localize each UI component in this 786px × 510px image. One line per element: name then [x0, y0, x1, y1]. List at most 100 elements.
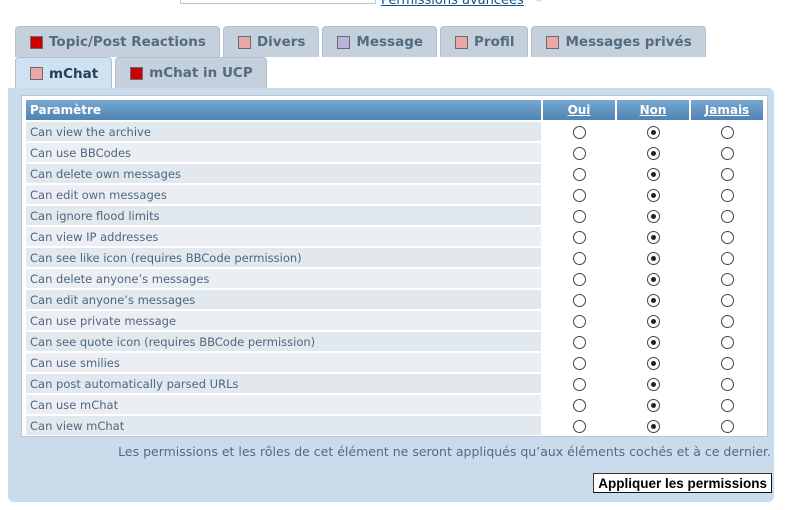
cell-never	[691, 227, 763, 246]
tab-color-swatch	[337, 35, 351, 49]
radio-no[interactable]	[646, 167, 660, 181]
cell-never	[691, 164, 763, 183]
permission-label: Can use BBCodes	[26, 143, 541, 162]
radio-yes[interactable]	[572, 419, 586, 433]
advanced-permissions-link[interactable]: Permissions avancées	[381, 0, 524, 8]
tab-row-secondary: mChat mChat in UCP	[15, 57, 270, 89]
permission-label: Can ignore flood limits	[26, 206, 541, 225]
radio-never[interactable]	[720, 419, 734, 433]
table-row: Can use smilies	[26, 353, 763, 372]
radio-never[interactable]	[720, 314, 734, 328]
radio-no[interactable]	[646, 188, 660, 202]
tab-color-swatch	[546, 35, 560, 49]
cell-yes	[543, 206, 615, 225]
header-no-link[interactable]: Non	[640, 103, 667, 117]
header-no[interactable]: Non	[617, 100, 689, 120]
radio-no[interactable]	[646, 335, 660, 349]
radio-no[interactable]	[646, 272, 660, 286]
radio-yes[interactable]	[572, 272, 586, 286]
radio-yes[interactable]	[572, 167, 586, 181]
radio-no[interactable]	[646, 419, 660, 433]
radio-no[interactable]	[646, 356, 660, 370]
tab-profil[interactable]: Profil	[440, 26, 529, 57]
radio-yes[interactable]	[572, 398, 586, 412]
radio-no[interactable]	[646, 251, 660, 265]
radio-never[interactable]	[720, 125, 734, 139]
radio-yes[interactable]	[572, 314, 586, 328]
permission-label: Can post automatically parsed URLs	[26, 374, 541, 393]
radio-no[interactable]	[646, 293, 660, 307]
cell-never	[691, 416, 763, 435]
header-yes-link[interactable]: Oui	[568, 103, 591, 117]
radio-no[interactable]	[646, 209, 660, 223]
cell-never	[691, 143, 763, 162]
cell-no	[617, 332, 689, 351]
cell-never	[691, 374, 763, 393]
cell-never	[691, 122, 763, 141]
radio-no[interactable]	[646, 125, 660, 139]
tab-messages-priv-s[interactable]: Messages privés	[531, 26, 706, 57]
radio-never[interactable]	[720, 146, 734, 160]
tab-color-swatch	[130, 66, 144, 80]
tab-color-swatch	[30, 35, 43, 49]
radio-yes[interactable]	[572, 125, 586, 139]
permission-label: Can use mChat	[26, 395, 541, 414]
permission-label: Can use smilies	[26, 353, 541, 372]
tab-topic-post-reactions[interactable]: Topic/Post Reactions	[15, 26, 220, 57]
radio-never[interactable]	[720, 293, 734, 307]
radio-never[interactable]	[720, 188, 734, 202]
radio-yes[interactable]	[572, 188, 586, 202]
radio-never[interactable]	[720, 230, 734, 244]
permission-label: Can see quote icon (requires BBCode perm…	[26, 332, 541, 351]
tab-message[interactable]: Message	[322, 26, 438, 57]
radio-no[interactable]	[646, 377, 660, 391]
tab-label: Messages privés	[565, 34, 692, 50]
radio-no[interactable]	[646, 146, 660, 160]
tab-label: mChat	[49, 65, 99, 82]
radio-never[interactable]	[720, 398, 734, 412]
radio-yes[interactable]	[572, 230, 586, 244]
radio-no[interactable]	[646, 230, 660, 244]
permission-label: Can delete anyone’s messages	[26, 269, 541, 288]
top-strip: Permissions avancées *	[0, 0, 786, 14]
tab-mchat-in-ucp[interactable]: mChat in UCP	[115, 57, 267, 88]
radio-yes[interactable]	[572, 377, 586, 391]
radio-never[interactable]	[720, 167, 734, 181]
cell-never	[691, 185, 763, 204]
radio-never[interactable]	[720, 209, 734, 223]
header-never-link[interactable]: Jamais	[705, 103, 749, 117]
radio-no[interactable]	[646, 314, 660, 328]
radio-never[interactable]	[720, 377, 734, 391]
radio-never[interactable]	[720, 335, 734, 349]
cell-yes	[543, 416, 615, 435]
radio-yes[interactable]	[572, 209, 586, 223]
header-never[interactable]: Jamais	[691, 100, 763, 120]
cell-no	[617, 227, 689, 246]
radio-never[interactable]	[720, 356, 734, 370]
cell-no	[617, 290, 689, 309]
tab-label: mChat in UCP	[149, 65, 253, 81]
cell-never	[691, 269, 763, 288]
table-row: Can post automatically parsed URLs	[26, 374, 763, 393]
radio-yes[interactable]	[572, 293, 586, 307]
cell-yes	[543, 290, 615, 309]
radio-never[interactable]	[720, 251, 734, 265]
tab-label: Divers	[256, 34, 306, 50]
cell-yes	[543, 395, 615, 414]
cell-no	[617, 185, 689, 204]
radio-never[interactable]	[720, 272, 734, 286]
radio-yes[interactable]	[572, 251, 586, 265]
table-row: Can use BBCodes	[26, 143, 763, 162]
radio-no[interactable]	[646, 398, 660, 412]
table-row: Can see like icon (requires BBCode permi…	[26, 248, 763, 267]
header-yes[interactable]: Oui	[543, 100, 615, 120]
cell-no	[617, 122, 689, 141]
radio-yes[interactable]	[572, 356, 586, 370]
role-select[interactable]	[180, 0, 376, 4]
apply-permissions-button[interactable]: Appliquer les permissions	[593, 473, 772, 493]
cell-yes	[543, 164, 615, 183]
tab-divers[interactable]: Divers	[222, 26, 320, 57]
tab-mchat[interactable]: mChat	[15, 57, 113, 89]
radio-yes[interactable]	[572, 146, 586, 160]
radio-yes[interactable]	[572, 335, 586, 349]
